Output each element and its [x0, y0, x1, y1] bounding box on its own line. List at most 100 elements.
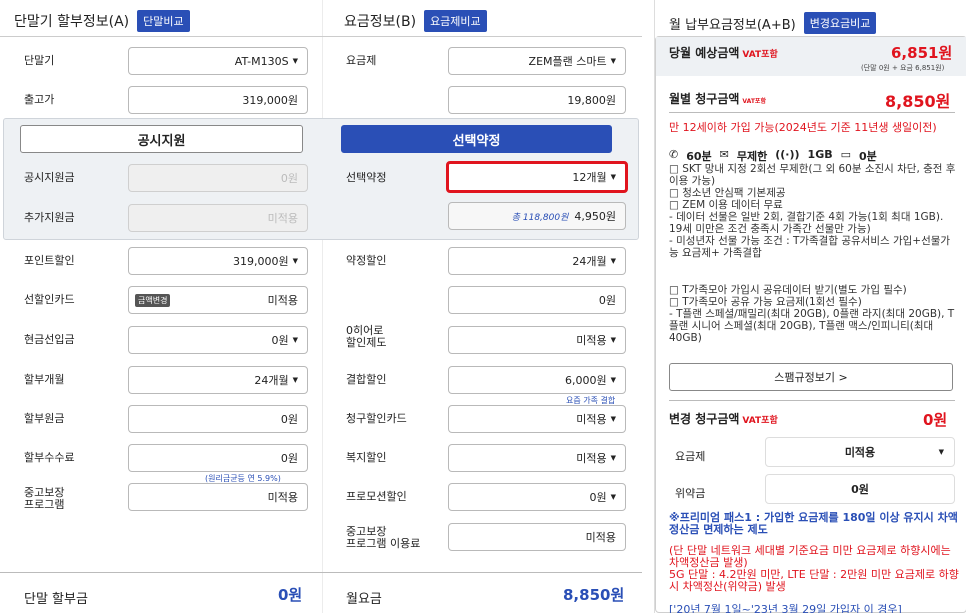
chevron-down-icon: ▼	[610, 493, 616, 501]
plan-used-label: 중고보장 프로그램 이용료	[346, 525, 421, 550]
promo-select[interactable]: 0원 ▼	[448, 483, 626, 511]
change-compare-button[interactable]: 변경요금비교	[803, 12, 877, 34]
principal-label: 할부원금	[24, 412, 65, 425]
current-sub: (단말 0원 + 요금 6,851원)	[861, 64, 945, 72]
monthly-total-value: 8,850원	[563, 586, 625, 604]
rp-plan-label: 요금제	[675, 450, 706, 463]
chevron-down-icon: ▼	[292, 57, 298, 65]
plan-title: 요금정보(B)	[344, 14, 417, 30]
card-change-button[interactable]: 금액변경	[135, 294, 171, 307]
zero-value: 미적용	[576, 334, 607, 347]
official-support-label: 공시지원금	[24, 171, 75, 184]
billcard-value: 미적용	[576, 413, 607, 426]
contract-select[interactable]: 12개월 ▼	[446, 161, 628, 193]
penalty-field: 0원	[765, 474, 955, 504]
column-divider	[322, 0, 323, 613]
point-select[interactable]: 319,000원 ▼	[128, 247, 308, 275]
chevron-down-icon: ▼	[610, 173, 616, 181]
current-label-row: 당월 예상금액 VAT포함	[669, 44, 778, 61]
bill-divider	[669, 112, 955, 113]
monthly-header: 월 납부요금정보(A+B) 변경요금비교	[669, 12, 877, 34]
premium-pass-note: ※프리미엄 패스1 : 가입한 요금제를 180일 이상 유지시 차액정산금 면…	[669, 511, 958, 536]
vat-badge: VAT포함	[742, 416, 778, 426]
plan-value: ZEM플랜 스마트	[528, 55, 607, 68]
plan-price-field: 19,800원	[448, 86, 626, 114]
plan-select[interactable]: ZEM플랜 스마트 ▼	[448, 47, 626, 75]
device-total-label: 단말 할부금	[24, 592, 88, 607]
header-divider	[0, 36, 642, 37]
plan-desc-red: 만 12세이하 가입 가능(2024년도 기준 11년생 생일이전)	[669, 121, 937, 134]
rp-plan-select[interactable]: 미적용 ▼	[765, 437, 955, 467]
chevron-down-icon: ▼	[610, 57, 616, 65]
phone-icon: ✆	[669, 148, 679, 161]
zero-select[interactable]: 미적용 ▼	[448, 326, 626, 354]
device-compare-button[interactable]: 단말비교	[137, 10, 190, 32]
chevron-down-icon: ▼	[610, 336, 616, 344]
device-total-value: 0원	[278, 586, 303, 604]
extra-support-value: 미적용	[267, 212, 298, 225]
price-label: 출고가	[24, 93, 55, 106]
plan-features: ✆ 60분 ✉ 무제한 ((·)) 1GB ▭ 0분	[669, 148, 877, 164]
feature-video: 0분	[859, 150, 877, 163]
official-support-value: 0원	[280, 172, 298, 185]
footer-divider	[0, 572, 642, 573]
tab-selective-contract[interactable]: 선택약정	[341, 125, 612, 153]
agree-amount-value: 0원	[598, 294, 616, 307]
bundle-select[interactable]: 6,000원 ▼	[448, 366, 626, 394]
card-label: 선할인카드	[24, 293, 75, 306]
welfare-value: 미적용	[576, 452, 607, 465]
extra-support-label: 추가지원금	[24, 211, 75, 224]
plan-used-field: 미적용	[448, 523, 626, 551]
contract-discount-field: 총 118,800원 4,950원	[448, 202, 626, 230]
vat-badge: VAT포함	[742, 50, 778, 60]
months-value: 24개월	[254, 374, 289, 387]
price-value: 319,000원	[242, 94, 298, 107]
plan-used-value: 미적용	[585, 531, 616, 544]
plan-compare-button[interactable]: 요금제비교	[424, 10, 487, 32]
months-select[interactable]: 24개월 ▼	[128, 366, 308, 394]
welfare-label: 복지할인	[346, 451, 387, 464]
tab-official-support[interactable]: 공시지원	[20, 125, 303, 153]
used-label: 중고보장 프로그램	[24, 486, 65, 511]
price-field: 319,000원	[128, 86, 308, 114]
extra-support-field: 미적용	[128, 204, 308, 232]
billcard-select[interactable]: 미적용 ▼	[448, 405, 626, 433]
plan-price-value: 19,800원	[567, 94, 616, 107]
contract-discount-value: 4,950원	[574, 210, 616, 223]
contract-total-note: 총 118,800원	[511, 212, 569, 223]
feature-data: 1GB	[807, 148, 833, 161]
change-label: 변경 청구금액	[669, 412, 740, 426]
point-value: 319,000원	[233, 255, 289, 268]
principal-field: 0원	[128, 405, 308, 433]
bundle-label: 결합할인	[346, 373, 387, 386]
contract-label: 선택약정	[346, 171, 387, 184]
downgrade-note: (단 단말 네트워크 세대별 기준요금 미만 요금제로 하향시에는 차액정산금 …	[669, 544, 959, 593]
fee-value: 0원	[280, 452, 298, 465]
agree-select[interactable]: 24개월 ▼	[448, 247, 626, 275]
monthly-title: 월 납부요금정보(A+B)	[669, 17, 796, 33]
penalty-value: 0원	[851, 483, 869, 496]
change-value: 0원	[923, 411, 948, 429]
chevron-down-icon: ▼	[610, 257, 616, 265]
video-icon: ▭	[840, 148, 852, 161]
bundle-value: 6,000원	[564, 374, 607, 387]
signal-icon: ((·))	[775, 148, 800, 161]
bill-label-row: 월별 청구금액 VAT포함	[669, 90, 766, 107]
zero-label: 0히어로 할인제도	[346, 324, 387, 349]
plan-desc-2: □ T가족모아 가입시 공유데이터 받기(별도 가입 필수) □ T가족모아 공…	[669, 284, 955, 344]
monthly-panel: 월 납부요금정보(A+B) 변경요금비교 당월 예상금액 VAT포함 6,851원…	[654, 0, 966, 613]
official-support-field: 0원	[128, 164, 308, 192]
spam-rules-button[interactable]: 스팸규정보기 >	[669, 363, 953, 391]
cash-select[interactable]: 0원 ▼	[128, 326, 308, 354]
principal-value: 0원	[280, 413, 298, 426]
billcard-label: 청구할인카드	[346, 412, 407, 425]
plan-desc-1: □ SKT 망내 지정 2회선 무제한(그 외 60분 소진시 차단, 충전 후…	[669, 163, 956, 259]
model-value: AT-M130S	[234, 54, 289, 68]
welfare-select[interactable]: 미적용 ▼	[448, 444, 626, 472]
model-select[interactable]: AT-M130S ▼	[128, 47, 308, 75]
promo-label: 프로모션할인	[346, 490, 407, 503]
right-panel: 월 납부요금정보(A+B) 변경요금비교 당월 예상금액 VAT포함 6,851원…	[654, 0, 966, 613]
change-divider	[669, 400, 955, 401]
chevron-down-icon: ▼	[610, 415, 616, 423]
subscriber-note: ['20년 7월 1일~'23년 3월 29일 가입자 이 경우]	[669, 603, 902, 613]
